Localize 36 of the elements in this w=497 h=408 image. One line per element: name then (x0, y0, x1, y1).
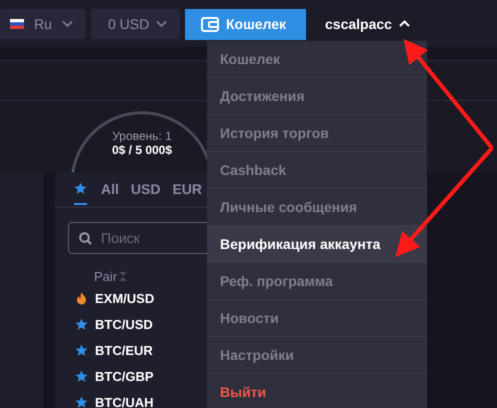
star-icon (75, 396, 88, 408)
pair-name[interactable]: BTC/USD (95, 316, 153, 332)
pair-name[interactable]: BTC/GBP (95, 368, 154, 384)
menu-item[interactable]: Кошелек (207, 41, 427, 78)
amount-text: 0$ / 5 000$ (110, 143, 174, 158)
menu-item[interactable]: Верификация аккаунта (207, 226, 427, 263)
logout-menu-item[interactable]: Выйти (207, 374, 427, 408)
level-label: Уровень: 1 (111, 129, 173, 143)
pair-name[interactable]: BTC/UAH (95, 394, 154, 408)
user-menu-button[interactable]: cscalpacc (323, 16, 412, 32)
currency-tab[interactable]: All (101, 174, 119, 205)
pair-name[interactable]: EXM/USD (95, 290, 154, 306)
column-header[interactable]: Pair (94, 268, 118, 284)
menu-item[interactable]: Реф. программа (207, 263, 427, 300)
menu-item[interactable]: Cashback (207, 152, 427, 189)
menu-item[interactable]: Настройки (207, 337, 427, 374)
chevron-down-icon (156, 20, 168, 28)
menu-item[interactable]: Новости (207, 300, 427, 337)
search-icon (79, 232, 92, 245)
pair-name[interactable]: BTC/EUR (95, 342, 153, 358)
currency-tab[interactable]: USD (130, 174, 160, 205)
currency-tab[interactable]: EUR (172, 174, 202, 205)
currency-selector[interactable]: 0 USD (91, 9, 180, 39)
star-icon (75, 318, 88, 330)
sort-icon (119, 272, 128, 280)
wallet-icon (201, 16, 219, 32)
menu-item[interactable]: Достижения (207, 78, 427, 115)
wallet-button[interactable]: Кошелек (185, 8, 306, 40)
flame-icon (75, 292, 88, 304)
star-icon (75, 370, 88, 382)
menu-item[interactable]: История торгов (207, 115, 427, 152)
chevron-down-icon (62, 20, 73, 28)
flag-icon (10, 19, 24, 29)
language-selector[interactable]: Ru (0, 9, 86, 39)
star-icon (74, 182, 87, 194)
star-icon (75, 344, 88, 356)
